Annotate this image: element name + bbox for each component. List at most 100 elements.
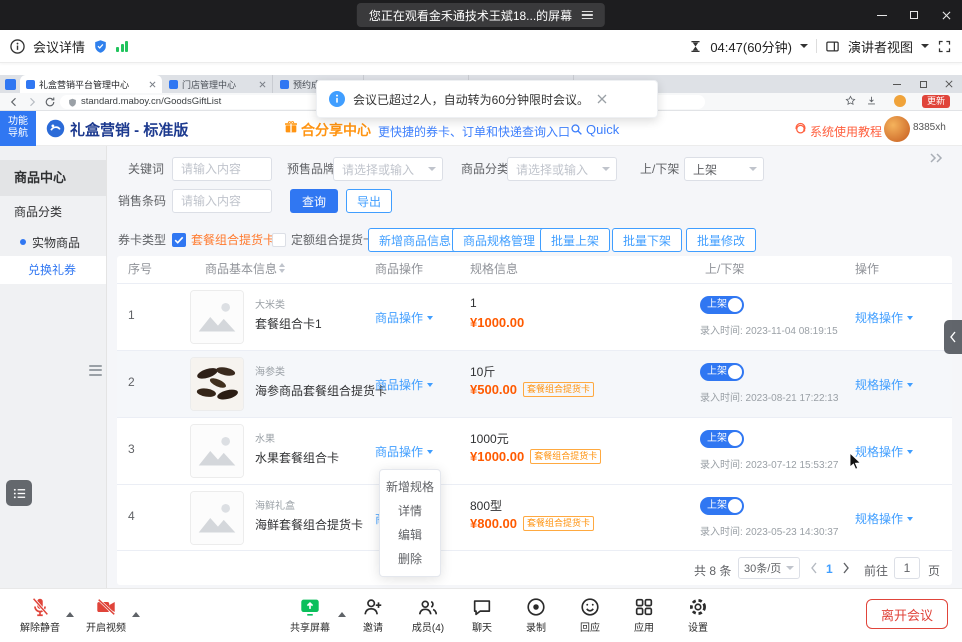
next-page-icon[interactable] — [842, 562, 850, 574]
panel-expand-handle[interactable] — [944, 320, 962, 354]
record-button[interactable]: 录制 — [514, 596, 558, 634]
notification-text: 会议已超过2人，自动转为60分钟限时会议。 — [353, 91, 589, 108]
product-image — [190, 290, 244, 344]
product-image — [190, 491, 244, 545]
refresh-icon[interactable] — [44, 96, 56, 108]
tab-close-icon[interactable] — [259, 81, 266, 88]
checkbox-package-card-label[interactable]: 套餐组合提货卡 — [191, 228, 275, 252]
share-center-link[interactable]: 合分享中心 — [301, 120, 371, 140]
batch-edit-button[interactable]: 批量修改 — [686, 228, 756, 252]
update-badge[interactable]: 更新 — [922, 95, 950, 108]
product-action-link-open[interactable]: 商品操作 — [375, 443, 433, 460]
spec-action-link[interactable]: 规格操作 — [855, 443, 913, 460]
close-button[interactable] — [930, 0, 962, 30]
shelf-toggle[interactable]: 上架 — [700, 296, 744, 314]
menu-item-detail[interactable]: 详情 — [380, 499, 440, 523]
tab-close-icon[interactable] — [149, 81, 156, 88]
browser-maximize-button[interactable] — [910, 75, 936, 93]
checkbox-quota-card-label[interactable]: 定额组合提货卡 — [291, 228, 375, 252]
chat-button[interactable]: 聊天 — [460, 596, 504, 634]
spec-action-link[interactable]: 规格操作 — [855, 309, 913, 326]
menu-item-delete[interactable]: 删除 — [380, 547, 440, 571]
menu-item-add-spec[interactable]: 新增规格 — [380, 475, 440, 499]
apps-button[interactable]: 应用 — [622, 596, 666, 634]
checkbox-package-card[interactable] — [172, 233, 186, 247]
start-video-button[interactable]: 开启视频 — [78, 596, 134, 634]
barcode-input[interactable] — [172, 189, 272, 213]
sidebar-item-physical-goods[interactable]: 实物商品 — [0, 228, 106, 256]
col-info: 商品基本信息 — [205, 256, 277, 283]
browser-tab[interactable]: 门店管理中心 — [163, 75, 273, 93]
username[interactable]: 8385xh — [913, 122, 957, 134]
add-product-button[interactable]: 新增商品信息 — [368, 228, 462, 252]
sort-icon[interactable] — [279, 263, 285, 273]
share-options-caret[interactable] — [338, 612, 346, 617]
members-button[interactable]: 成员(4) — [402, 596, 454, 634]
fullscreen-icon[interactable] — [937, 39, 952, 54]
annotation-tool-button[interactable] — [6, 480, 32, 506]
browser-tab-active[interactable]: 礼盒营销平台管理中心 — [20, 75, 162, 93]
react-button[interactable]: 回应 — [568, 596, 612, 634]
bookmark-star-icon[interactable] — [845, 95, 856, 106]
smiley-icon — [579, 596, 601, 618]
shelf-toggle[interactable]: 上架 — [700, 430, 744, 448]
timer-chevron-down-icon[interactable] — [800, 44, 808, 48]
maximize-button[interactable] — [898, 0, 930, 30]
category-select[interactable]: 请选择或输入 — [507, 157, 617, 181]
back-icon[interactable] — [8, 96, 20, 108]
network-signal-icon[interactable] — [116, 40, 128, 52]
invite-button[interactable]: 邀请 — [351, 596, 395, 634]
sidebar-item-category[interactable]: 商品分类 — [0, 196, 106, 228]
user-avatar[interactable] — [884, 116, 910, 142]
product-action-link[interactable]: 商品操作 — [375, 309, 433, 326]
minimize-button[interactable] — [866, 0, 898, 30]
info-icon — [10, 39, 25, 54]
keyword-input[interactable] — [172, 157, 272, 181]
video-options-caret[interactable] — [132, 612, 140, 617]
col-no: 序号 — [128, 256, 152, 283]
leave-meeting-button[interactable]: 离开会议 — [866, 599, 948, 629]
browser-logo-icon[interactable] — [5, 79, 16, 90]
settings-button[interactable]: 设置 — [676, 596, 720, 634]
sidebar-collapse-icon[interactable] — [89, 362, 102, 378]
current-page[interactable]: 1 — [826, 562, 833, 576]
view-mode-button[interactable]: 演讲者视图 — [848, 37, 913, 56]
browser-minimize-button[interactable] — [884, 75, 910, 93]
goto-page-input[interactable]: 1 — [894, 557, 920, 579]
page-size-select[interactable]: 30条/页 — [738, 557, 800, 579]
shelf-toggle[interactable]: 上架 — [700, 497, 744, 515]
browser-close-button[interactable] — [936, 75, 962, 93]
function-nav-button[interactable]: 功能 导航 — [0, 111, 36, 146]
search-button[interactable]: 查询 — [290, 189, 338, 213]
export-button[interactable]: 导出 — [346, 189, 392, 213]
download-icon[interactable] — [866, 95, 877, 106]
spec-action-link[interactable]: 规格操作 — [855, 510, 913, 527]
toggle-knob — [728, 365, 742, 379]
batch-off-shelf-button[interactable]: 批量下架 — [612, 228, 682, 252]
toggle-knob — [728, 432, 742, 446]
shelf-select[interactable]: 上架 — [684, 157, 764, 181]
spec-action-link[interactable]: 规格操作 — [855, 376, 913, 393]
share-screen-button[interactable]: 共享屏幕 — [285, 596, 335, 634]
prev-page-icon[interactable] — [810, 562, 818, 574]
quick-search-link[interactable]: Quick — [586, 122, 619, 137]
mic-options-caret[interactable] — [66, 612, 74, 617]
browser-profile-icon[interactable] — [894, 95, 906, 107]
toast-close-icon[interactable] — [597, 94, 607, 104]
tutorial-link[interactable]: 系统使用教程 — [810, 123, 882, 140]
checkbox-quota-card[interactable] — [272, 233, 286, 247]
unmute-button[interactable]: 解除静音 — [12, 596, 68, 634]
spec-manage-button[interactable]: 商品规格管理 — [452, 228, 546, 252]
product-action-link[interactable]: 商品操作 — [375, 376, 433, 393]
shelf-toggle[interactable]: 上架 — [700, 363, 744, 381]
brand-select[interactable]: 请选择或输入 — [333, 157, 443, 181]
sidebar-item-gift-voucher[interactable]: 兑换礼券 — [0, 256, 106, 284]
shield-check-icon[interactable] — [93, 39, 108, 54]
forward-icon[interactable] — [26, 96, 38, 108]
batch-on-shelf-button[interactable]: 批量上架 — [540, 228, 610, 252]
meeting-details-button[interactable]: 会议详情 — [33, 37, 85, 56]
view-chevron-down-icon[interactable] — [921, 44, 929, 48]
menu-item-edit[interactable]: 编辑 — [380, 523, 440, 547]
collapse-chevrons-icon[interactable] — [929, 152, 943, 164]
banner-menu-icon[interactable] — [582, 9, 593, 22]
